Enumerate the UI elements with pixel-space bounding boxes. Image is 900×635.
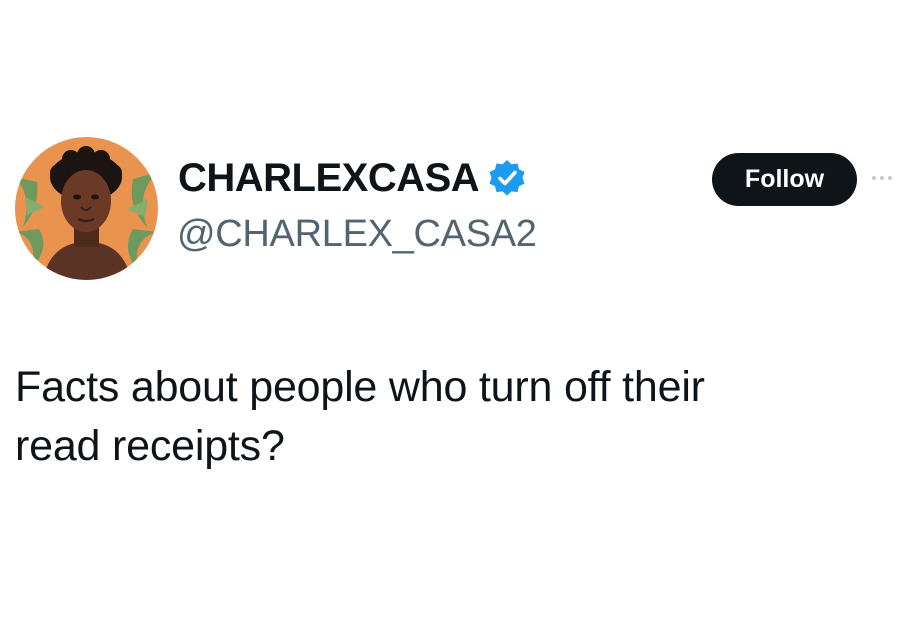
tweet-card: CHARLEXCASA @CHARLEX_CASA2 Follow Facts … [0, 0, 900, 635]
dot [872, 176, 876, 180]
author-name-row: CHARLEXCASA [178, 152, 527, 204]
more-dots-icon[interactable] [872, 170, 896, 186]
verified-badge-icon [489, 160, 525, 196]
tweet-text: Facts about people who turn off their re… [15, 363, 705, 470]
display-name[interactable]: CHARLEXCASA [178, 158, 480, 198]
avatar-image [15, 137, 158, 280]
dot [880, 176, 884, 180]
avatar[interactable] [15, 137, 158, 280]
dot [888, 176, 892, 180]
follow-button[interactable]: Follow [712, 153, 857, 206]
author-handle[interactable]: @CHARLEX_CASA2 [177, 215, 537, 253]
